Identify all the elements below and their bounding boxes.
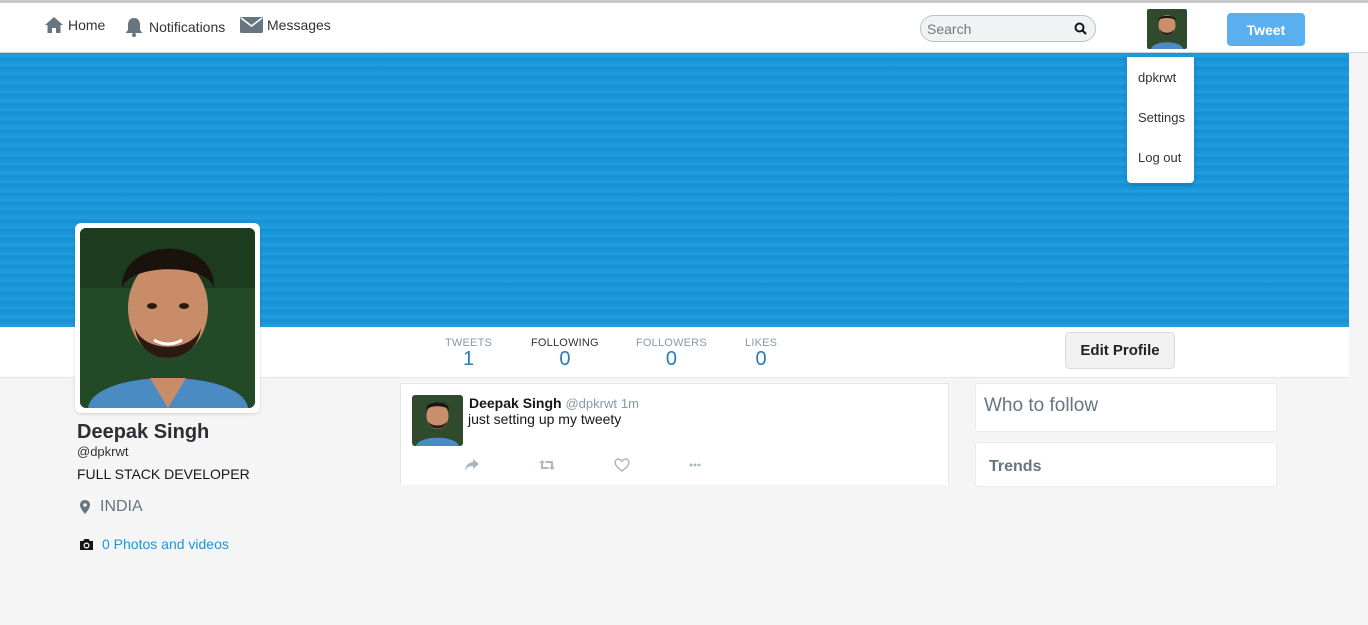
- dropdown-logout[interactable]: Log out: [1138, 150, 1181, 165]
- avatar: [1147, 9, 1187, 49]
- reply-icon[interactable]: [464, 458, 480, 472]
- tweet-button[interactable]: Tweet: [1227, 13, 1305, 46]
- nav-messages-label: Messages: [267, 17, 331, 33]
- camera-icon: [80, 538, 93, 550]
- retweet-icon[interactable]: [539, 458, 555, 472]
- account-dropdown: dpkrwt Settings Log out: [1127, 57, 1194, 183]
- heart-icon[interactable]: [614, 458, 630, 472]
- dropdown-username[interactable]: dpkrwt: [1138, 70, 1176, 85]
- user-avatar-menu[interactable]: [1147, 9, 1187, 49]
- top-navbar: Home Notifications Messages Tweet: [0, 0, 1368, 53]
- nav-home-label: Home: [68, 17, 106, 33]
- tweet-time: 1m: [620, 396, 639, 411]
- bell-icon: [125, 18, 143, 37]
- stat-likes-value: 0: [755, 348, 767, 370]
- avatar: [80, 228, 255, 408]
- search-icon[interactable]: [1074, 22, 1087, 35]
- photos-videos-link[interactable]: 0 Photos and videos: [79, 536, 229, 552]
- more-icon[interactable]: [689, 463, 701, 467]
- stat-following[interactable]: FOLLOWING 0: [531, 337, 599, 369]
- profile-photo: [80, 228, 255, 408]
- profile-picture[interactable]: [75, 223, 260, 413]
- avatar: [412, 395, 463, 446]
- trends-title: Trends: [989, 458, 1042, 475]
- edit-profile-button[interactable]: Edit Profile: [1065, 332, 1175, 369]
- tweet-header: Deepak Singh @dpkrwt 1m: [469, 395, 639, 411]
- map-marker-icon: [80, 500, 90, 514]
- photos-videos-label: 0 Photos and videos: [102, 536, 229, 552]
- profile-location: INDIA: [80, 498, 143, 516]
- who-to-follow-title: Who to follow: [984, 395, 1099, 416]
- nav-notifications[interactable]: Notifications: [123, 16, 225, 38]
- envelope-icon: [240, 17, 263, 33]
- search-input[interactable]: [927, 20, 1074, 37]
- profile-bio: FULL STACK DEVELOPER: [77, 466, 250, 482]
- stat-tweets-value: 1: [462, 348, 475, 370]
- nav-notifications-label: Notifications: [149, 19, 226, 35]
- stat-following-value: 0: [559, 348, 571, 370]
- tweet-author-name[interactable]: Deepak Singh: [469, 395, 562, 411]
- tweet-author-handle[interactable]: @dpkrwt: [565, 396, 617, 411]
- profile-handle: @dpkrwt: [77, 444, 129, 459]
- stat-followers[interactable]: FOLLOWERS 0: [636, 337, 707, 369]
- tweet-avatar[interactable]: [412, 395, 463, 446]
- stat-tweets[interactable]: TWEETS 1: [445, 337, 492, 369]
- stat-likes[interactable]: LIKES 0: [745, 337, 777, 369]
- nav-messages[interactable]: Messages: [240, 16, 331, 34]
- profile-location-label: INDIA: [100, 498, 143, 515]
- home-icon: [45, 17, 63, 33]
- search-box: [920, 15, 1096, 42]
- tweet-text: just setting up my tweety: [468, 411, 622, 427]
- nav-home[interactable]: Home: [44, 16, 105, 34]
- stat-followers-value: 0: [665, 348, 677, 370]
- profile-name: Deepak Singh: [77, 421, 210, 443]
- dropdown-settings[interactable]: Settings: [1138, 110, 1185, 125]
- who-to-follow-panel: Who to follow: [975, 383, 1277, 432]
- tweet-card: Deepak Singh @dpkrwt 1m just setting up …: [400, 383, 949, 485]
- trends-panel: Trends: [975, 442, 1277, 487]
